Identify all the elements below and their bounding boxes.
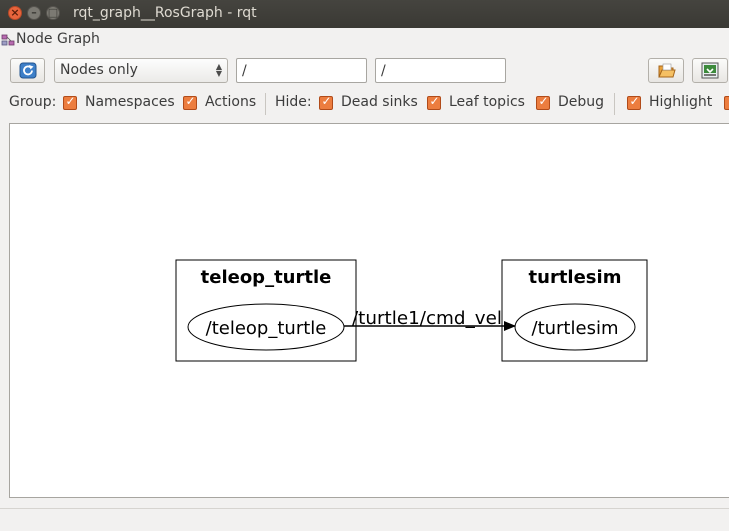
node-filter-input[interactable]	[237, 59, 366, 82]
check-icon: ✓	[321, 94, 332, 108]
leaf-topics-checkbox[interactable]: ✓	[427, 94, 441, 110]
load-dot-button[interactable]	[648, 58, 684, 83]
topic-filter-input-wrap[interactable]	[375, 58, 506, 83]
maximize-icon: □	[47, 6, 59, 19]
close-icon: ×	[10, 6, 20, 19]
hide-divider	[614, 93, 615, 115]
window-title: rqt_graph__RosGraph - rqt	[73, 5, 257, 21]
refresh-button[interactable]	[10, 58, 45, 83]
cluster-label-teleop: teleop_turtle	[201, 267, 332, 288]
dead-sinks-label[interactable]: Dead sinks	[341, 94, 418, 110]
check-icon: ✓	[629, 94, 640, 108]
check-icon: ✓	[185, 94, 196, 108]
namespaces-checkbox[interactable]: ✓	[63, 94, 77, 110]
save-image-button[interactable]	[692, 58, 728, 83]
edge-label-cmd-vel: /turtle1/cmd_vel	[352, 308, 502, 329]
check-icon: ✓	[538, 94, 549, 108]
node-label-turtlesim: /turtlesim	[532, 318, 619, 339]
highlight-label[interactable]: Highlight	[649, 94, 712, 110]
graph-svg: teleop_turtle /teleop_turtle turtlesim /…	[175, 259, 648, 362]
hide-label: Hide:	[275, 94, 312, 110]
next-option-checkbox[interactable]	[724, 96, 729, 110]
window-close-button[interactable]: ×	[8, 6, 22, 20]
dead-sinks-checkbox[interactable]: ✓	[319, 94, 333, 110]
folder-open-icon	[658, 63, 676, 78]
save-image-icon	[701, 62, 719, 79]
namespaces-label[interactable]: Namespaces	[85, 94, 175, 110]
node-graph-icon	[1, 34, 15, 46]
topic-filter-input[interactable]	[376, 59, 505, 82]
plugin-header: Node Graph	[0, 28, 729, 52]
actions-checkbox[interactable]: ✓	[183, 94, 197, 110]
highlight-checkbox[interactable]: ✓	[627, 94, 641, 110]
window-minimize-button[interactable]: –	[27, 6, 41, 20]
window-maximize-button[interactable]: □	[46, 6, 60, 20]
title-bar: × – □ rqt_graph__RosGraph - rqt	[0, 0, 729, 28]
graph-type-select[interactable]: Nodes only ▲ ▼	[54, 58, 228, 83]
options-row: Group: ✓ Namespaces ✓ Actions Hide: ✓ De…	[0, 92, 729, 114]
graph-canvas[interactable]: teleop_turtle /teleop_turtle turtlesim /…	[9, 123, 729, 498]
combo-arrows-icon: ▲ ▼	[215, 62, 222, 78]
debug-label[interactable]: Debug	[558, 94, 604, 110]
plugin-title[interactable]: Node Graph	[16, 31, 100, 47]
refresh-icon	[19, 62, 37, 79]
leaf-topics-label[interactable]: Leaf topics	[449, 94, 525, 110]
actions-label[interactable]: Actions	[205, 94, 256, 110]
node-filter-input-wrap[interactable]	[236, 58, 367, 83]
debug-checkbox[interactable]: ✓	[536, 94, 550, 110]
node-label-teleop: /teleop_turtle	[206, 318, 327, 339]
check-icon: ✓	[429, 94, 440, 108]
group-divider	[265, 93, 266, 115]
minimize-icon: –	[31, 6, 37, 19]
check-icon: ✓	[65, 94, 76, 108]
node-teleop-turtle[interactable]: /teleop_turtle	[187, 303, 345, 351]
node-turtlesim[interactable]: /turtlesim	[514, 303, 636, 351]
cluster-label-turtlesim: turtlesim	[529, 267, 622, 288]
status-bar	[0, 508, 729, 531]
group-label: Group:	[9, 94, 57, 110]
edge-cmd-vel[interactable]: /turtle1/cmd_vel	[344, 308, 516, 331]
graph-type-value: Nodes only	[60, 62, 138, 78]
